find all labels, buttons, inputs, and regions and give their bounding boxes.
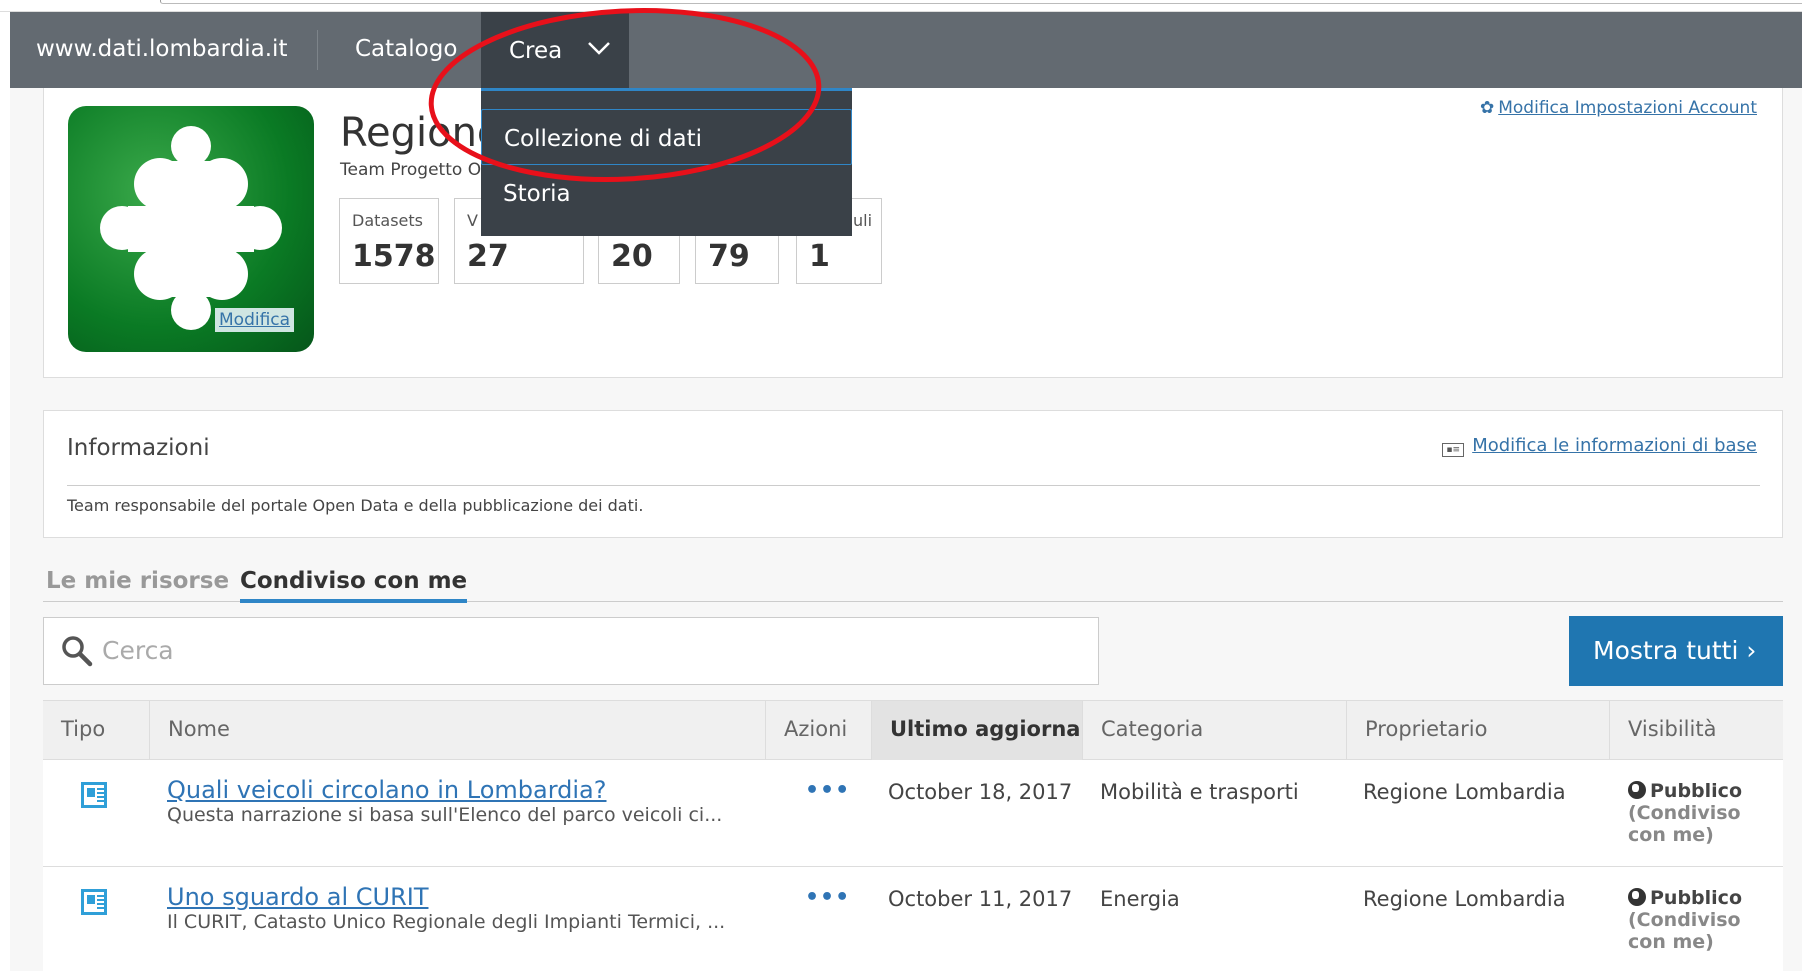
site-link[interactable]: www.dati.lombardia.it	[36, 36, 287, 62]
chevron-down-icon	[588, 42, 610, 55]
crea-dropdown: Collezione di dati Storia	[481, 88, 852, 236]
row-description: Questa narrazione si basa sull'Elenco de…	[167, 804, 723, 826]
resources-table: Tipo Nome Azioni Ultimo aggiornamento Ca…	[43, 700, 1783, 971]
row-owner: Regione Lombardia	[1363, 780, 1566, 804]
row-category: Energia	[1100, 887, 1180, 911]
row-category: Mobilità e trasporti	[1100, 780, 1299, 804]
column-tipo[interactable]: Tipo	[43, 701, 150, 761]
row-title-link[interactable]: Quali veicoli circolano in Lombardia?	[167, 776, 607, 804]
row-owner: Regione Lombardia	[1363, 887, 1566, 911]
column-azioni: Azioni	[766, 701, 872, 761]
account-settings-link[interactable]: ✿ Modifica Impostazioni Account	[1480, 98, 1757, 118]
row-updated: October 11, 2017	[888, 887, 1073, 911]
stat-value: 27	[467, 239, 509, 274]
table-row: Quali veicoli circolano in Lombardia? Qu…	[43, 760, 1783, 867]
account-settings-label: Modifica Impostazioni Account	[1498, 98, 1757, 118]
info-divider	[67, 485, 1760, 486]
story-icon	[81, 889, 107, 915]
id-card-icon: ▪≡	[1442, 443, 1465, 457]
nav-crea-menu[interactable]: Crea	[481, 12, 629, 88]
table-row: Uno sguardo al CURIT Il CURIT, Catasto U…	[43, 867, 1783, 971]
stat-value: 1578	[352, 239, 436, 274]
table-header: Tipo Nome Azioni Ultimo aggiornamento Ca…	[43, 700, 1783, 761]
column-categoria[interactable]: Categoria	[1083, 701, 1347, 761]
nav-divider	[317, 30, 318, 70]
chevron-right-icon: ›	[1746, 636, 1757, 665]
search-icon	[62, 636, 93, 667]
stat-datasets[interactable]: Datasets 1578	[339, 198, 439, 284]
stat-value: 79	[708, 239, 750, 274]
show-all-button[interactable]: Mostra tutti ›	[1569, 616, 1783, 686]
row-visibility: Pubblico (Condiviso con me)	[1628, 887, 1778, 953]
left-margin	[0, 0, 10, 971]
organization-subtitle: Team Progetto O	[340, 160, 482, 180]
info-title: Informazioni	[67, 435, 210, 461]
edit-logo-link[interactable]: Modifica	[215, 308, 295, 332]
stat-value: 1	[809, 239, 830, 274]
column-proprietario[interactable]: Proprietario	[1347, 701, 1610, 761]
resource-tabs: Le mie risorse Condiviso con me	[43, 560, 1783, 603]
stat-label: uli	[853, 211, 873, 230]
show-all-label: Mostra tutti	[1593, 636, 1739, 665]
row-title-link[interactable]: Uno sguardo al CURIT	[167, 883, 428, 911]
row-updated: October 18, 2017	[888, 780, 1073, 804]
row-actions-button[interactable]: •••	[805, 885, 850, 910]
search-placeholder: Cerca	[102, 636, 174, 665]
row-visibility: Pubblico (Condiviso con me)	[1628, 780, 1778, 846]
row-actions-button[interactable]: •••	[805, 778, 850, 803]
nav-crea-label: Crea	[509, 38, 563, 64]
edit-basic-info-label: Modifica le informazioni di base	[1472, 435, 1757, 456]
story-icon	[81, 782, 107, 808]
visibility-label: Pubblico	[1650, 780, 1742, 802]
stat-value: 20	[611, 239, 653, 274]
stat-label: V	[467, 211, 478, 230]
info-description: Team responsabile del portale Open Data …	[67, 496, 644, 515]
menu-item-storia[interactable]: Storia	[481, 165, 852, 221]
gear-icon: ✿	[1479, 98, 1495, 118]
nav-catalogo[interactable]: Catalogo	[355, 36, 457, 62]
shared-label: (Condiviso con me)	[1628, 909, 1741, 953]
tab-condiviso-con-me[interactable]: Condiviso con me	[240, 568, 468, 603]
column-nome[interactable]: Nome	[150, 701, 766, 761]
search-input[interactable]: Cerca	[43, 617, 1099, 685]
column-ultimo-aggiornamento[interactable]: Ultimo aggiornamento	[872, 701, 1083, 761]
globe-icon	[1628, 888, 1646, 906]
top-navigation: www.dati.lombardia.it Catalogo Crea	[10, 12, 1802, 88]
tab-le-mie-risorse[interactable]: Le mie risorse	[46, 568, 229, 594]
menu-item-collezione-di-dati[interactable]: Collezione di dati	[481, 109, 852, 165]
visibility-label: Pubblico	[1650, 887, 1742, 909]
address-bar-edge	[160, 0, 1802, 4]
browser-top-strip	[0, 0, 1802, 12]
column-visibilita[interactable]: Visibilità	[1610, 701, 1783, 761]
info-panel: Informazioni ▪≡ Modifica le informazioni …	[43, 410, 1783, 538]
profile-panel: Modifica Regione Team Progetto O Dataset…	[43, 88, 1783, 378]
edit-basic-info-link[interactable]: ▪≡ Modifica le informazioni di base	[1442, 435, 1757, 457]
row-description: Il CURIT, Catasto Unico Regionale degli …	[167, 911, 726, 933]
globe-icon	[1628, 781, 1646, 799]
organization-name: Regione	[340, 110, 502, 156]
shared-label: (Condiviso con me)	[1628, 802, 1741, 846]
stat-label: Datasets	[352, 211, 423, 230]
